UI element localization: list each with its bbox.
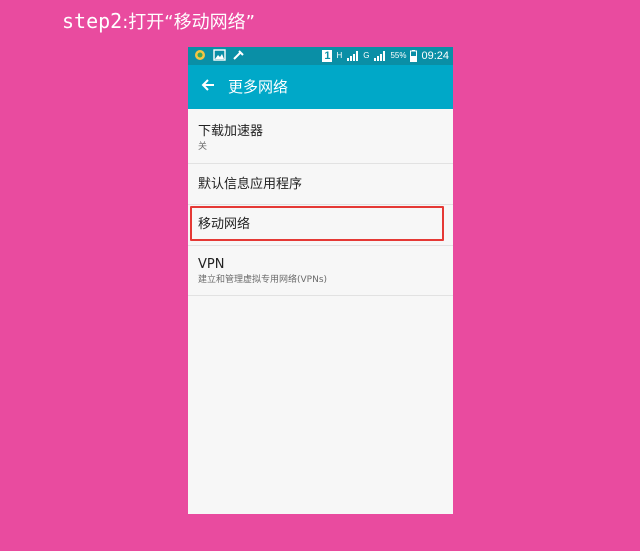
setting-title: 下载加速器 — [198, 124, 264, 139]
tools-notification-icon — [232, 49, 245, 61]
step-caption: step2:打开“移动网络” — [62, 8, 255, 36]
arrow-left-icon — [200, 77, 216, 97]
setting-download-booster[interactable]: 下载加速器 关 — [188, 109, 453, 164]
app-notification-icon — [194, 49, 207, 61]
setting-default-messaging-app[interactable]: 默认信息应用程序 — [188, 164, 453, 205]
signal-icon — [373, 50, 386, 62]
battery-icon — [410, 50, 418, 62]
setting-title: VPN — [198, 257, 225, 272]
step-instruction: :打开“移动网络” — [122, 12, 255, 33]
page-title: 更多网络 — [228, 78, 289, 96]
network-h-indicator: H — [336, 51, 343, 60]
phone-screen: 1 H G 55% 09:24 更多网络 下载加速器 关 默认信息应用程序 移动… — [188, 47, 453, 514]
highlight-box — [190, 206, 444, 241]
signal-icon — [346, 50, 359, 62]
clock: 09:24 — [421, 50, 449, 62]
setting-subtitle: 建立和管理虚拟专用网络(VPNs) — [198, 275, 328, 285]
sim-slot-indicator: 1 — [322, 50, 333, 62]
setting-title: 默认信息应用程序 — [198, 177, 303, 192]
battery-percent: 55% — [390, 51, 407, 60]
app-bar: 更多网络 — [188, 65, 453, 109]
network-g-indicator: G — [363, 51, 370, 60]
back-button[interactable] — [196, 75, 220, 99]
status-bar: 1 H G 55% 09:24 — [188, 47, 453, 65]
setting-subtitle: 关 — [198, 142, 208, 152]
step-label: step2 — [62, 9, 123, 33]
settings-list: 下载加速器 关 默认信息应用程序 移动网络 VPN 建立和管理虚拟专用网络(VP… — [188, 109, 453, 296]
setting-vpn[interactable]: VPN 建立和管理虚拟专用网络(VPNs) — [188, 246, 453, 296]
image-notification-icon — [213, 49, 226, 61]
